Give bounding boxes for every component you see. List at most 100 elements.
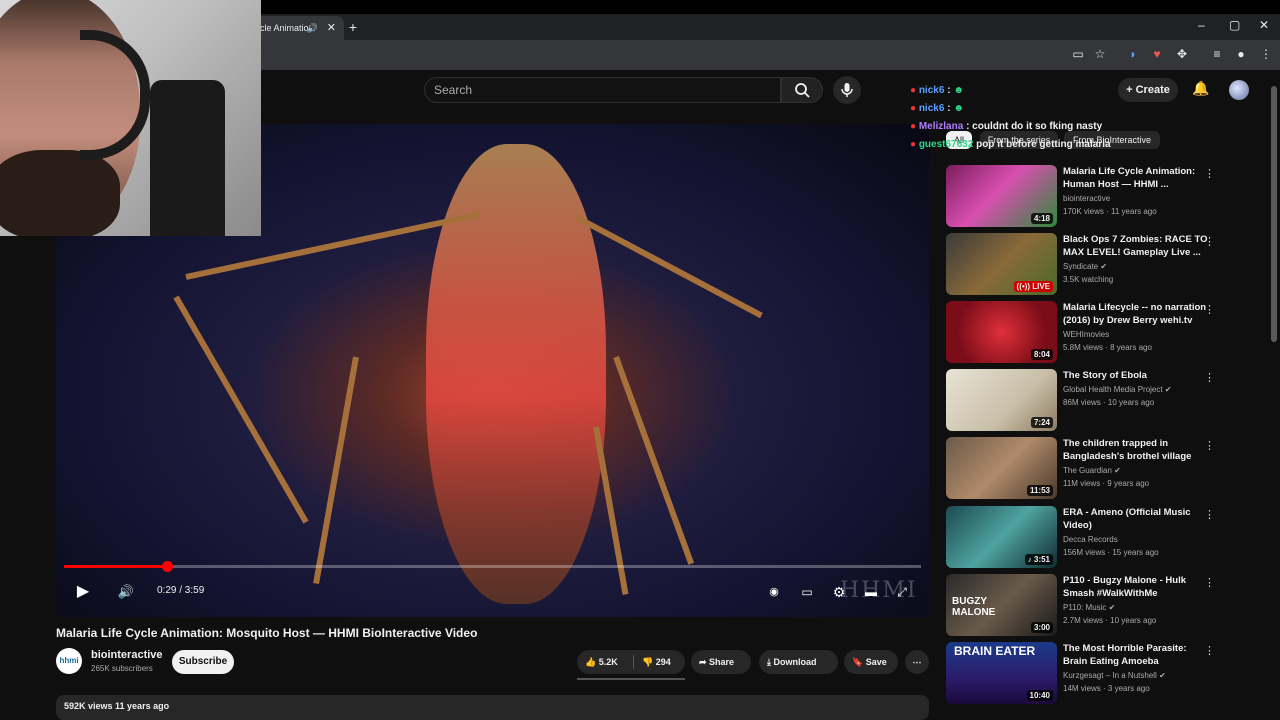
rec-meta: 14M views · 3 years ago (1063, 684, 1150, 693)
mosquito-leg (313, 356, 359, 585)
chat-message: ● guest67632 pop it before getting malar… (910, 139, 1111, 150)
channel-avatar[interactable]: hhmi (56, 648, 82, 674)
create-label: Create (1135, 84, 1170, 96)
subscribe-button[interactable]: Subscribe (172, 650, 234, 674)
chat-user: nick6 (918, 85, 945, 96)
live-badge: ((•)) LIVE (1013, 281, 1053, 292)
webcam-overlay (0, 0, 261, 236)
rec-menu-icon[interactable]: ⋮ (1204, 235, 1215, 248)
rec-menu-icon[interactable]: ⋮ (1204, 371, 1215, 384)
recommendation-item[interactable]: BRAIN EATER 10:40 The Most Horrible Para… (946, 642, 1266, 704)
rec-title[interactable]: The children trapped in Bangladesh's bro… (1063, 437, 1213, 463)
extensions-puzzle-icon[interactable]: ✥ (1174, 46, 1190, 62)
page-scrollbar[interactable] (1271, 86, 1277, 342)
rec-title[interactable]: P110 - Bugzy Malone - Hulk Smash #WalkWi… (1063, 574, 1213, 600)
create-button[interactable]: + Create (1118, 78, 1178, 102)
rec-title[interactable]: Malaria Lifecycle -- no narration (2016)… (1063, 301, 1213, 327)
chat-badge-icon: ● (910, 85, 919, 96)
rec-menu-icon[interactable]: ⋮ (1204, 508, 1215, 521)
duration-badge: 10:40 (1026, 690, 1053, 701)
progress-bar[interactable] (64, 565, 921, 568)
description-box[interactable]: 592K views 11 years ago (56, 695, 929, 720)
recommendation-item[interactable]: 11:53 The children trapped in Bangladesh… (946, 437, 1266, 499)
notifications-bell-icon[interactable]: 🔔 (1192, 80, 1210, 100)
video-thumbnail[interactable]: ((•)) LIVE (946, 233, 1057, 295)
rec-title[interactable]: Malaria Life Cycle Animation: Human Host… (1063, 165, 1213, 191)
rec-title[interactable]: Black Ops 7 Zombies: RACE TO MAX LEVEL! … (1063, 233, 1213, 259)
dislike-button[interactable]: 👎 294 (636, 650, 685, 674)
extension-audio-icon[interactable]: ◗ (1125, 46, 1141, 62)
rec-channel[interactable]: Global Health Media Project ✔ (1063, 385, 1172, 394)
scrubber-handle[interactable] (162, 561, 173, 572)
new-tab-button[interactable]: + (346, 18, 360, 36)
rec-channel[interactable]: Decca Records (1063, 535, 1118, 544)
bookmark-star-icon[interactable]: ☆ (1092, 46, 1108, 62)
rec-title[interactable]: ERA - Ameno (Official Music Video) (1063, 506, 1213, 532)
reading-list-icon[interactable]: ≡ (1209, 46, 1225, 62)
time-display: 0:29 / 3:59 (157, 585, 205, 596)
duration-badge: 8:04 (1030, 349, 1053, 360)
recommendation-item[interactable]: 8:04 Malaria Lifecycle -- no narration (… (946, 301, 1266, 363)
search-box[interactable] (424, 77, 781, 103)
video-thumbnail[interactable]: ♪ 3:51 (946, 506, 1057, 568)
play-button[interactable]: ▶ (72, 581, 94, 603)
recommendation-item[interactable]: ((•)) LIVE Black Ops 7 Zombies: RACE TO … (946, 233, 1266, 295)
minimize-button[interactable]: – (1198, 18, 1205, 32)
rec-menu-icon[interactable]: ⋮ (1204, 303, 1215, 316)
recommendation-item[interactable]: 7:24 The Story of Ebola Global Health Me… (946, 369, 1266, 431)
rec-channel[interactable]: biointeractive (1063, 194, 1110, 203)
verified-icon: ✔ (1114, 466, 1121, 475)
rec-channel[interactable]: WEHImovies (1063, 330, 1109, 339)
plus-icon: + (1126, 84, 1136, 96)
voice-search-button[interactable] (833, 76, 861, 104)
menu-kebab-icon[interactable]: ⋮ (1258, 46, 1274, 62)
browser-tab[interactable]: cle Animatio 🔊 ✕ (250, 16, 344, 40)
speaker-icon[interactable]: 🔊 (307, 16, 318, 40)
maximize-button[interactable]: ▢ (1229, 18, 1240, 32)
mosquito-leg (593, 426, 629, 595)
video-thumbnail[interactable]: BUGZY MALONE 3:00 (946, 574, 1057, 636)
rec-channel[interactable]: Kurzgesagt – In a Nutshell ✔ (1063, 671, 1166, 680)
rec-title[interactable]: The Most Horrible Parasite: Brain Eating… (1063, 642, 1213, 668)
extension-shield-icon[interactable]: ♥ (1149, 46, 1165, 62)
profile-icon[interactable]: ● (1233, 46, 1249, 62)
rec-menu-icon[interactable]: ⋮ (1204, 439, 1215, 452)
captions-icon[interactable]: ▭ (797, 581, 817, 603)
thumbs-up-icon: 👍 (585, 657, 599, 667)
like-button[interactable]: 👍 5.2K (577, 650, 632, 674)
rec-channel[interactable]: The Guardian ✔ (1063, 466, 1121, 475)
cast-icon[interactable]: ▭ (1070, 46, 1086, 62)
autoplay-toggle-icon[interactable]: ◉ (764, 581, 784, 603)
video-thumbnail[interactable]: 4:18 (946, 165, 1057, 227)
video-thumbnail[interactable]: 8:04 (946, 301, 1057, 363)
save-button[interactable]: 🔖 Save (844, 650, 898, 674)
chair (150, 80, 225, 236)
tab-close-icon[interactable]: ✕ (327, 16, 336, 40)
more-actions-button[interactable]: ⋯ (905, 650, 929, 674)
share-button[interactable]: ➦ Share (691, 650, 751, 674)
search-button[interactable] (781, 77, 823, 103)
chat-badge-icon: ● (910, 121, 919, 132)
recommendation-item[interactable]: 4:18 Malaria Life Cycle Animation: Human… (946, 165, 1266, 227)
chat-message: ● Melizlana : couldnt do it so fking nas… (910, 121, 1102, 132)
chat-text: pop it before getting malaria (976, 139, 1111, 150)
account-avatar[interactable] (1229, 80, 1249, 100)
rec-title[interactable]: The Story of Ebola (1063, 369, 1213, 382)
recommendation-item[interactable]: BUGZY MALONE 3:00 P110 - Bugzy Malone - … (946, 574, 1266, 636)
video-thumbnail[interactable]: 7:24 (946, 369, 1057, 431)
rec-channel[interactable]: Syndicate ✔ (1063, 262, 1107, 271)
recommendation-item[interactable]: ♪ 3:51 ERA - Ameno (Official Music Video… (946, 506, 1266, 568)
rec-menu-icon[interactable]: ⋮ (1204, 167, 1215, 180)
rec-menu-icon[interactable]: ⋮ (1204, 644, 1215, 657)
video-thumbnail[interactable]: 11:53 (946, 437, 1057, 499)
download-label: Download (773, 657, 817, 667)
rec-channel[interactable]: P110: Music ✔ (1063, 603, 1115, 612)
rec-menu-icon[interactable]: ⋮ (1204, 576, 1215, 589)
search-input[interactable]: Search (434, 83, 472, 97)
volume-icon[interactable]: 🔊 (116, 581, 136, 603)
emote-icon: ☻ (953, 85, 964, 96)
window-close-button[interactable]: ✕ (1259, 18, 1269, 32)
download-button[interactable]: ⤓ Download (759, 650, 838, 674)
video-thumbnail[interactable]: BRAIN EATER 10:40 (946, 642, 1057, 704)
channel-name[interactable]: biointeractive (91, 649, 163, 661)
